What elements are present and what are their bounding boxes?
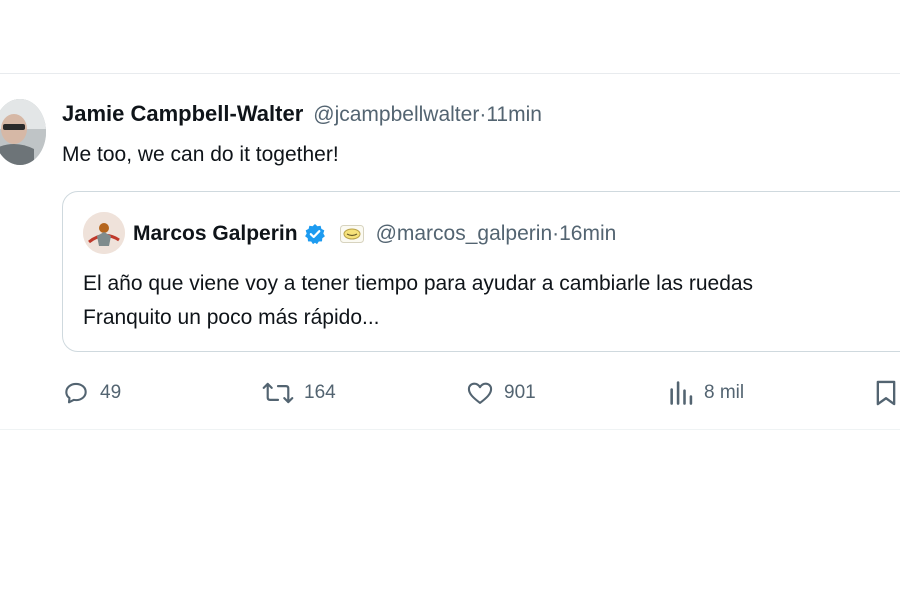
- bookmark-icon: [876, 380, 896, 406]
- author-name[interactable]: Jamie Campbell-Walter: [62, 101, 303, 127]
- comment-icon: [65, 382, 87, 404]
- separator-dot: ·: [479, 103, 487, 126]
- bookmark-button[interactable]: [874, 375, 898, 411]
- repost-icon: [262, 382, 294, 404]
- author-avatar[interactable]: [0, 99, 46, 165]
- action-bar: 49 164 901 8 mil: [0, 375, 900, 411]
- verified-badge-icon: [304, 224, 325, 245]
- quoted-author-name[interactable]: Marcos Galperin: [133, 222, 298, 246]
- tweet-header: Jamie Campbell-Walter @jcampbellwalter ·…: [62, 101, 542, 131]
- quoted-tweet-text: El año que viene voy a tener tiempo para…: [83, 267, 753, 335]
- tweet-text: Me too, we can do it together!: [62, 143, 339, 166]
- quoted-tweet-time[interactable]: 16min: [559, 222, 616, 246]
- reply-count: 49: [100, 382, 122, 403]
- quoted-author-handle[interactable]: @marcos_galperin: [376, 222, 553, 246]
- quoted-author-avatar[interactable]: [83, 212, 125, 254]
- bottom-divider: [0, 429, 900, 430]
- quoted-tweet-line: El año que viene voy a tener tiempo para…: [83, 272, 754, 295]
- top-divider: [0, 73, 900, 74]
- quoted-tweet-card[interactable]: Marcos Galperin @marcos_galperin · 16min…: [62, 191, 900, 352]
- repost-count: 164: [304, 382, 336, 403]
- repost-button[interactable]: 164: [262, 375, 336, 411]
- views-button[interactable]: 8 mil: [668, 375, 744, 411]
- like-button[interactable]: 901: [466, 375, 536, 411]
- affiliate-badge-icon[interactable]: [339, 225, 364, 243]
- heart-icon: [467, 382, 493, 404]
- quoted-tweet-header: Marcos Galperin @marcos_galperin · 16min: [133, 219, 616, 249]
- like-count: 901: [504, 382, 536, 403]
- quoted-tweet-line: Franquito un poco más rápido...: [83, 306, 380, 329]
- author-handle[interactable]: @jcampbellwalter: [313, 103, 479, 127]
- tweet-time[interactable]: 11min: [486, 103, 542, 127]
- views-count: 8 mil: [704, 382, 745, 403]
- views-icon: [670, 381, 693, 405]
- reply-button[interactable]: 49: [62, 375, 121, 411]
- separator-dot: ·: [552, 222, 560, 245]
